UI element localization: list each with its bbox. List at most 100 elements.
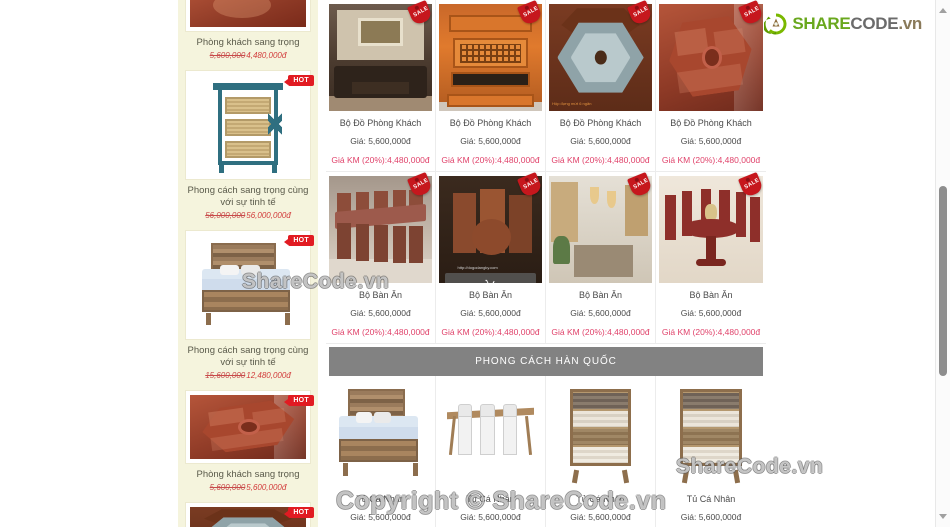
hot-badge-1: HOT bbox=[284, 75, 314, 86]
product-name: Bộ Bàn Ăn bbox=[689, 290, 733, 300]
sale-badge: SALE bbox=[406, 0, 434, 27]
sidebar-product-1[interactable]: HOT Phong cách sang trọng cùng với sự ti… bbox=[183, 70, 314, 226]
sidebar-product-price-0: 5,600,0004,480,000đ bbox=[183, 50, 313, 66]
add-to-cart-overlay[interactable] bbox=[445, 273, 536, 283]
product-name: Tủ Cá Nhân bbox=[576, 494, 625, 504]
scroll-down-arrow-icon[interactable] bbox=[939, 514, 947, 519]
sidebar-product-title-1: Phong cách sang trọng cùng với sự tinh t… bbox=[187, 185, 309, 208]
product-card[interactable]: SALE Bộ Đồ Phòng Khách Giá: 5,600,000đ G… bbox=[436, 0, 546, 172]
product-card[interactable]: SALE Bộ Đồ Phòng Khách Giá: 5,600,000đ G… bbox=[326, 0, 436, 172]
sidebar-old-price-3: 5,600,000 bbox=[209, 483, 246, 492]
product-sale-price: Giá KM (20%):4,480,000đ bbox=[441, 155, 540, 165]
product-name: Bộ Đồ Phòng Khách bbox=[559, 118, 642, 128]
product-price: Giá: 5,600,000đ bbox=[570, 512, 631, 522]
sidebar-image-2 bbox=[190, 235, 306, 335]
product-card[interactable]: Tủ Cá Nhân Giá: 5,600,000đ bbox=[656, 376, 766, 527]
sidebar-product-3[interactable]: HOT Phòng khách sang trọng 5,600,0005,60… bbox=[183, 390, 314, 498]
product-card[interactable]: SALE Bộ Bàn Ăn Giá: 5,600,000đ Giá KM (2… bbox=[546, 171, 656, 344]
product-card[interactable]: Tủ Cá Nhân Giá: 5,600,000đ bbox=[326, 376, 436, 527]
sidebar-product-price-1: 56,000,00056,000,000đ bbox=[183, 210, 313, 226]
sharecode-leaf-icon bbox=[763, 12, 788, 36]
product-price: Giá: 5,600,000đ bbox=[350, 512, 411, 522]
scroll-up-arrow-icon[interactable] bbox=[939, 8, 947, 13]
sidebar-thumb-wrap-2[interactable]: HOT bbox=[185, 230, 314, 340]
sharecode-logo[interactable]: SHARECODE.vn bbox=[763, 12, 922, 36]
product-sale-price: Giá KM (20%):4,480,000đ bbox=[331, 155, 430, 165]
product-name: Bộ Đồ Phòng Khách bbox=[670, 118, 752, 128]
sidebar: Phòng khách sang trọng 5,600,0004,480,00… bbox=[178, 0, 318, 527]
logo-text-vn: .vn bbox=[898, 14, 922, 33]
product-name: Bộ Đồ Phòng Khách bbox=[339, 118, 422, 128]
product-sale-price: Giá KM (20%):4,480,000đ bbox=[331, 327, 430, 337]
product-name: Tủ Cá Nhân bbox=[356, 494, 405, 504]
main-content: SALE Bộ Đồ Phòng Khách Giá: 5,600,000đ G… bbox=[326, 0, 766, 527]
product-price: Giá: 5,600,000đ bbox=[460, 512, 521, 522]
sidebar-product-title-3: Phòng khách sang trọng bbox=[196, 469, 300, 480]
sidebar-product-2[interactable]: HOT Phong cách sang trọng cùng với sự ti… bbox=[183, 230, 314, 386]
logo-text: SHARECODE.vn bbox=[792, 14, 922, 34]
sale-badge: SALE bbox=[737, 171, 765, 199]
product-image bbox=[329, 380, 432, 487]
sidebar-thumb-wrap-3[interactable]: HOT bbox=[185, 390, 314, 464]
product-image bbox=[549, 380, 652, 487]
sidebar-thumb-wrap-0[interactable] bbox=[185, 0, 311, 32]
product-card[interactable]: SALE Bộ Bàn Ăn Giá: 5,600,000đ Giá KM (2… bbox=[656, 171, 766, 344]
product-price: Giá: 5,600,000đ bbox=[350, 136, 411, 146]
sidebar-product-price-3: 5,600,0005,600,000đ bbox=[183, 482, 313, 498]
sale-badge: SALE bbox=[626, 0, 654, 27]
product-image bbox=[439, 380, 542, 487]
sidebar-product-price-2: 15,600,00012,480,000đ bbox=[183, 370, 313, 386]
sidebar-product-0[interactable]: Phòng khách sang trọng 5,600,0004,480,00… bbox=[183, 0, 313, 66]
product-sale-price: Giá KM (20%):4,480,000đ bbox=[661, 155, 761, 165]
product-sale-price: Giá KM (20%):4,480,000đ bbox=[551, 327, 650, 337]
product-name: Tủ Cá Nhân bbox=[686, 494, 736, 504]
page-root: Phòng khách sang trọng 5,600,0004,480,00… bbox=[0, 0, 950, 527]
sidebar-image-1 bbox=[190, 75, 306, 175]
product-card[interactable]: SALE http://dogodangky.com Bộ Bàn Ăn Giá… bbox=[436, 171, 546, 344]
sidebar-new-price-1: 56,000,000đ bbox=[246, 211, 291, 220]
product-price: Giá: 5,600,000đ bbox=[350, 308, 411, 318]
product-name: Bộ Bàn Ăn bbox=[468, 290, 513, 300]
sidebar-old-price-2: 15,600,000 bbox=[205, 371, 246, 380]
scrollbar-thumb[interactable] bbox=[939, 186, 947, 376]
product-card[interactable]: SALE Bộ Bàn Ăn Giá: 5,600,000đ Giá KM (2… bbox=[326, 171, 436, 344]
hot-badge-3: HOT bbox=[284, 395, 314, 406]
product-card[interactable]: SALE Hộp đựng mứt 6 ngăn Bộ Đồ Phòng Khá… bbox=[546, 0, 656, 172]
sidebar-product-4[interactable]: HOT bbox=[183, 502, 314, 527]
sidebar-product-title-0: Phòng khách sang trọng bbox=[196, 37, 300, 48]
logo-text-share: SHARE bbox=[792, 14, 851, 33]
left-gutter bbox=[0, 0, 178, 527]
shopping-cart-icon bbox=[485, 279, 495, 283]
logo-text-code: CODE bbox=[850, 14, 899, 33]
product-card[interactable]: Tủ Cá Nhân Giá: 5,600,000đ bbox=[436, 376, 546, 527]
product-price: Giá: 5,600,000đ bbox=[570, 308, 631, 318]
product-sale-price: Giá KM (20%):4,480,000đ bbox=[661, 327, 761, 337]
hot-badge-4: HOT bbox=[284, 507, 314, 518]
product-grid-row-1: SALE Bộ Đồ Phòng Khách Giá: 5,600,000đ G… bbox=[326, 0, 766, 172]
sale-badge: SALE bbox=[516, 171, 544, 199]
sidebar-old-price-1: 56,000,000 bbox=[205, 211, 246, 220]
sale-badge: SALE bbox=[516, 0, 544, 27]
product-price: Giá: 5,600,000đ bbox=[570, 136, 631, 146]
product-card[interactable]: Tủ Cá Nhân Giá: 5,600,000đ bbox=[546, 376, 656, 527]
sidebar-image-0 bbox=[190, 0, 306, 27]
product-price: Giá: 5,600,000đ bbox=[460, 308, 521, 318]
sidebar-product-title-2: Phong cách sang trọng cùng với sự tinh t… bbox=[187, 345, 309, 368]
product-name: Bộ Bàn Ăn bbox=[578, 290, 623, 300]
product-grid-row-2: SALE Bộ Bàn Ăn Giá: 5,600,000đ Giá KM (2… bbox=[326, 171, 766, 344]
sidebar-new-price-2: 12,480,000đ bbox=[246, 371, 291, 380]
sidebar-thumb-wrap-1[interactable]: HOT bbox=[185, 70, 314, 180]
product-card[interactable]: SALE Bộ Đồ Phòng Khách Giá: 5,600,000đ G… bbox=[656, 0, 766, 172]
product-name: Tủ Cá Nhân bbox=[466, 494, 515, 504]
hot-badge-2: HOT bbox=[284, 235, 314, 246]
product-sale-price: Giá KM (20%):4,480,000đ bbox=[551, 155, 650, 165]
product-name: Bộ Đồ Phòng Khách bbox=[449, 118, 532, 128]
product-price: Giá: 5,600,000đ bbox=[680, 136, 742, 146]
sidebar-thumb-wrap-4[interactable]: HOT bbox=[185, 502, 314, 527]
product-price: Giá: 5,600,000đ bbox=[680, 308, 742, 318]
vertical-scrollbar[interactable] bbox=[935, 0, 950, 527]
sidebar-new-price-3: 5,600,000đ bbox=[246, 483, 287, 492]
section-header-korean-style: PHONG CÁCH HÀN QUỐC bbox=[329, 347, 763, 376]
sale-badge: SALE bbox=[626, 171, 654, 199]
sale-badge: SALE bbox=[737, 0, 765, 27]
